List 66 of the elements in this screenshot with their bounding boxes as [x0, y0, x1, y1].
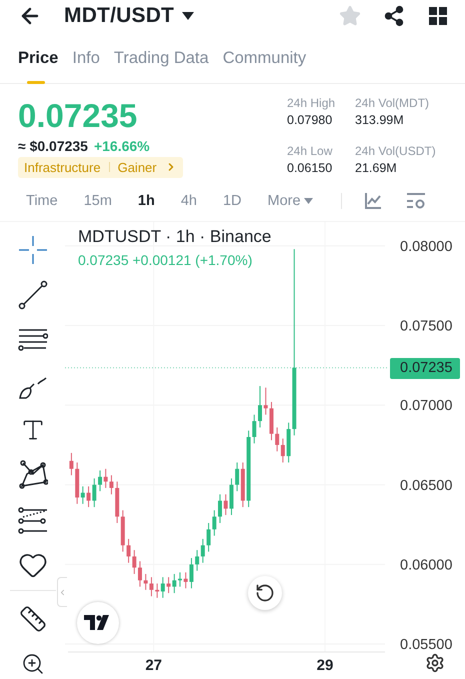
stat-label: 24h Vol(USDT) — [355, 144, 437, 158]
tag-label: Gainer — [118, 160, 157, 175]
axis-label: 27 — [145, 657, 162, 674]
chevron-icon — [58, 588, 67, 596]
ruler-icon — [18, 604, 46, 632]
share-icon — [383, 4, 405, 27]
candle — [258, 386, 262, 428]
projection-icon — [18, 504, 48, 534]
price-change: +16.66% — [94, 138, 150, 154]
interval-option[interactable]: 1D — [220, 189, 244, 214]
axis-label: 0.07000 — [400, 398, 452, 414]
interval-option[interactable]: 4h — [178, 189, 199, 214]
axis-label: 0.05500 — [400, 637, 452, 654]
candle — [69, 452, 74, 476]
tab[interactable]: Info — [72, 37, 100, 80]
more-menu[interactable]: More — [266, 189, 315, 214]
reset-icon — [255, 583, 275, 603]
logo-badge[interactable] — [77, 602, 119, 644]
trend-line-icon — [18, 280, 48, 310]
zoom-in-icon — [20, 652, 44, 676]
chart-legend: 0.07235 +0.00121 (+1.70%) — [78, 252, 252, 268]
reset-button[interactable] — [248, 576, 282, 610]
stat-value: 21.69M — [355, 161, 398, 176]
indicator-button[interactable] — [406, 192, 426, 210]
axis-label: 0.06500 — [400, 478, 452, 494]
last-price: 0.07235 — [18, 96, 138, 136]
sliders-icon — [406, 192, 426, 210]
tab[interactable]: Trading Data — [114, 37, 209, 80]
star-icon — [339, 4, 361, 27]
tag-pill[interactable]: Infrastructure Gainer — [18, 156, 183, 178]
usd-price: ≈ $0.07235 — [18, 138, 88, 154]
settings-icon — [425, 653, 445, 673]
pattern-tool[interactable] — [16, 459, 48, 490]
settings-button[interactable] — [425, 653, 445, 673]
logo-icon — [84, 615, 112, 631]
axis-label: 0.08000 — [400, 238, 452, 255]
grid-button[interactable] — [429, 6, 447, 25]
chart-title: MDTUSDT · 1h · Binance — [78, 227, 272, 247]
price-tag: 0.07235 — [390, 358, 460, 379]
share-button[interactable] — [383, 4, 405, 27]
caret-icon — [304, 198, 313, 204]
pair-title[interactable]: MDT/USDT — [64, 4, 174, 28]
collapse-handle[interactable] — [57, 577, 67, 607]
candle — [218, 494, 222, 524]
trend-line-tool[interactable] — [16, 279, 48, 310]
stat-label: 24h High — [287, 96, 336, 110]
stat-label: 24h Vol(MDT) — [355, 96, 430, 110]
stat-value: 313.99M — [355, 112, 405, 127]
axis-label: 29 — [316, 657, 334, 674]
caret-icon[interactable] — [182, 12, 194, 20]
tab[interactable]: Community — [222, 37, 306, 80]
grid-icon — [429, 6, 447, 25]
chart-icon — [364, 192, 382, 210]
crosshair-tool[interactable] — [16, 234, 48, 265]
chart-type-button[interactable] — [364, 192, 382, 210]
stat-label: 24h Low — [287, 144, 334, 158]
crosshair-icon — [18, 234, 48, 264]
interval-option[interactable]: 1h — [136, 189, 157, 214]
axis-label: 0.06000 — [400, 557, 452, 574]
tag-label: Infrastructure — [24, 160, 101, 175]
stat-value: 0.07980 — [287, 112, 334, 127]
stat-value: 0.06150 — [287, 161, 334, 176]
pattern-icon — [18, 460, 48, 490]
interval-option[interactable]: Time — [24, 189, 60, 214]
axis-label: 0.07500 — [400, 318, 452, 335]
interval-option[interactable]: 15m — [82, 189, 114, 214]
